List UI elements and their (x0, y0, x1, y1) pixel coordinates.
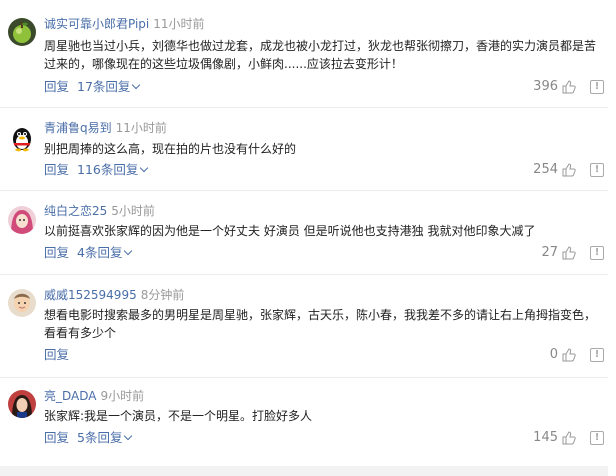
thumbs-up-icon (562, 163, 576, 177)
avatar-girl-icon[interactable] (8, 206, 36, 234)
report-icon[interactable]: ! (590, 348, 604, 362)
like-button[interactable]: 0 (550, 346, 576, 364)
like-button[interactable]: 396 (533, 78, 576, 96)
comment-item: 威威152594995 8分钟前 想看电影时搜索最多的男明星是周星驰，张家辉，古天… (0, 275, 616, 378)
report-icon[interactable]: ! (590, 163, 604, 177)
replies-toggle[interactable]: 116条回复 (77, 162, 149, 177)
replies-count: 5条回复 (77, 430, 123, 445)
timestamp: 9小时前 (100, 389, 145, 403)
like-count: 145 (533, 430, 558, 445)
avatar-woman-icon[interactable] (8, 390, 36, 418)
comment-text: 别把周捧的这么高，现在拍的片也没有什么好的 (44, 142, 297, 156)
thumbs-up-icon (562, 431, 576, 445)
avatar-baby-icon[interactable] (8, 289, 36, 317)
comment-text: 想看电影时搜索最多的男明星是周星驰，张家辉，古天乐，陈小春，我我差不多的请让右上… (44, 308, 597, 340)
like-button[interactable]: 27 (541, 244, 576, 262)
comment-item: 亮_DADA 9小时前 张家辉:我是一个演员，不是一个明星。打脸好多人 回复 5条回… (0, 378, 616, 464)
username[interactable]: 亮_DADA (44, 389, 96, 403)
comment-item: 纯白之恋25 5小时前 以前挺喜欢张家辉的因为他是一个好丈夫 好演员 但是听说他也… (0, 191, 616, 275)
like-count: 396 (533, 79, 558, 94)
thumbs-up-icon (562, 80, 576, 94)
report-icon[interactable]: ! (590, 431, 604, 445)
reply-button[interactable]: 回复 (44, 162, 69, 177)
chevron-down-icon (140, 163, 149, 173)
thumbs-up-icon (562, 246, 576, 260)
timestamp: 8分钟前 (140, 288, 185, 302)
timestamp: 11小时前 (115, 121, 167, 135)
timestamp: 11小时前 (153, 17, 205, 31)
reply-button[interactable]: 回复 (44, 245, 69, 260)
like-count: 0 (549, 347, 558, 362)
report-icon[interactable]: ! (590, 246, 604, 260)
thumbs-up-icon (562, 348, 576, 362)
replies-count: 17条回复 (77, 79, 131, 94)
username[interactable]: 威威152594995 (44, 288, 137, 302)
comment-list: 诚实可靠小郎君Pipi 11小时前 周星驰也当过小兵，刘德华也做过龙套，成龙也被小… (0, 0, 616, 476)
comment-text: 周星驰也当过小兵，刘德华也做过龙套，成龙也被小龙打过，狄龙也帮张彻擦刀，香港的实… (44, 39, 597, 71)
avatar-penguin-icon[interactable] (8, 124, 36, 152)
reply-button[interactable]: 回复 (44, 79, 69, 94)
timestamp: 5小时前 (111, 204, 155, 218)
reply-button[interactable]: 回复 (44, 430, 69, 445)
like-count: 27 (541, 245, 558, 260)
reply-button[interactable]: 回复 (44, 347, 69, 362)
chevron-down-icon (124, 431, 133, 441)
replies-toggle[interactable]: 5条回复 (77, 430, 133, 445)
avatar-apple-icon[interactable] (8, 18, 36, 46)
chevron-down-icon (124, 246, 133, 256)
replies-count: 4条回复 (77, 245, 123, 260)
comment-item: 诚实可靠小郎君Pipi 11小时前 周星驰也当过小兵，刘德华也做过龙套，成龙也被小… (0, 0, 616, 108)
replies-toggle[interactable]: 17条回复 (77, 79, 141, 94)
username[interactable]: 青浦鲁q易到 (44, 121, 112, 135)
comment-item: 青浦鲁q易到 11小时前 别把周捧的这么高，现在拍的片也没有什么好的 回复 116条… (0, 108, 616, 191)
load-more-bar[interactable] (0, 466, 608, 476)
comment-text: 张家辉:我是一个演员，不是一个明星。打脸好多人 (44, 409, 313, 423)
username[interactable]: 纯白之恋25 (44, 204, 107, 218)
like-count: 254 (533, 162, 558, 177)
report-icon[interactable]: ! (590, 80, 604, 94)
replies-toggle[interactable]: 4条回复 (77, 245, 133, 260)
like-button[interactable]: 254 (533, 161, 576, 179)
replies-count: 116条回复 (77, 162, 139, 177)
username[interactable]: 诚实可靠小郎君Pipi (44, 17, 149, 31)
like-button[interactable]: 145 (533, 429, 576, 447)
chevron-down-icon (132, 80, 141, 90)
comment-text: 以前挺喜欢张家辉的因为他是一个好丈夫 好演员 但是听说他也支持港独 我就对他印象… (44, 224, 536, 238)
